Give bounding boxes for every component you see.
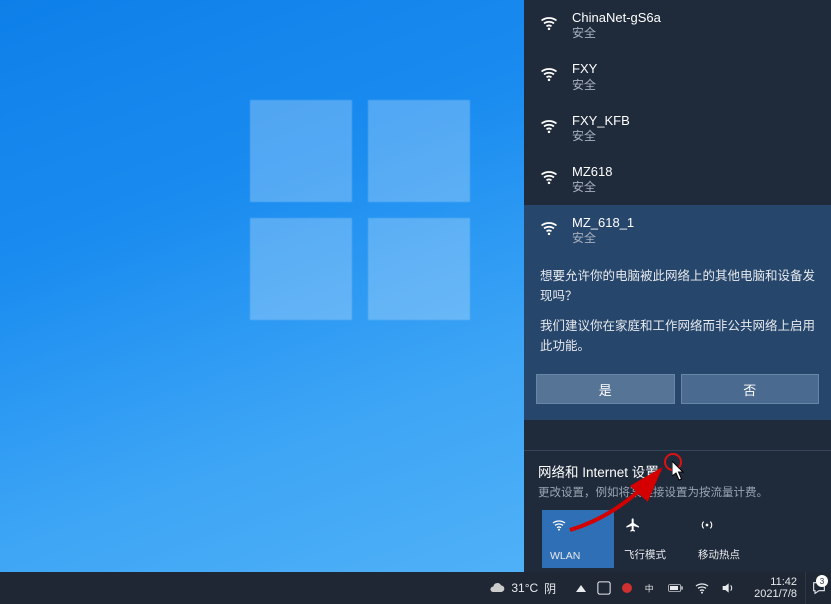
prompt-advice: 我们建议你在家庭和工作网络而非公共网络上启用此功能。: [540, 316, 815, 356]
network-name: FXY_KFB: [572, 113, 630, 129]
taskbar-clock[interactable]: 11:42 2021/7/8: [746, 576, 805, 600]
network-name: MZ618: [572, 164, 612, 180]
hotspot-icon: [698, 516, 716, 534]
no-button-label: 否: [743, 380, 756, 399]
quick-action-tiles: WLAN 飞行模式 移动热点: [538, 500, 817, 572]
tile-label: 移动热点: [698, 547, 740, 562]
airplane-icon: [624, 516, 642, 534]
wifi-icon: [538, 12, 560, 34]
wifi-tray-icon[interactable]: [694, 580, 710, 596]
action-center-button[interactable]: 3: [805, 572, 831, 604]
recording-icon[interactable]: [622, 583, 632, 593]
battery-icon[interactable]: [668, 580, 684, 596]
wifi-icon: [538, 115, 560, 137]
wlan-tile[interactable]: WLAN: [542, 510, 614, 568]
tile-label: WLAN: [550, 550, 580, 562]
wifi-icon: [538, 166, 560, 188]
svg-text:中: 中: [645, 583, 654, 594]
weather-widget[interactable]: 31°C 阴: [479, 572, 566, 604]
notification-count-badge: 3: [816, 575, 828, 587]
network-status: 安全: [572, 180, 612, 195]
system-tray: 中: [566, 572, 746, 604]
weather-desc: 阴: [544, 580, 556, 597]
yes-button-label: 是: [599, 380, 612, 399]
network-status: 安全: [572, 231, 634, 246]
network-name: ChinaNet-gS6a: [572, 10, 661, 26]
yes-button[interactable]: 是: [536, 374, 675, 404]
settings-title: 网络和 Internet 设置: [538, 461, 817, 481]
airplane-mode-tile[interactable]: 飞行模式: [616, 510, 688, 568]
taskbar: 31°C 阴 中 11:42 2021/7/8 3: [0, 572, 831, 604]
volume-icon[interactable]: [720, 580, 736, 596]
clock-date: 2021/7/8: [754, 588, 797, 600]
wifi-icon: [550, 516, 568, 534]
network-name: MZ_618_1: [572, 215, 634, 231]
network-status: 安全: [572, 78, 597, 93]
prompt-question: 想要允许你的电脑被此网络上的其他电脑和设备发现吗？: [540, 266, 815, 306]
weather-temp: 31°C: [511, 581, 538, 595]
network-item[interactable]: FXY 安全: [524, 51, 831, 102]
network-status: 安全: [572, 129, 630, 144]
tile-label: 飞行模式: [624, 547, 666, 562]
network-item[interactable]: ChinaNet-gS6a 安全: [524, 0, 831, 51]
wifi-icon: [538, 217, 560, 239]
ime-icon[interactable]: 中: [642, 580, 658, 596]
network-name: FXY: [572, 61, 597, 77]
wifi-icon: [538, 63, 560, 85]
network-settings-link[interactable]: 网络和 Internet 设置 更改设置，例如将某连接设置为按流量计费。 WLA…: [524, 450, 831, 572]
prompt-button-row: 是 否: [524, 370, 831, 420]
network-item[interactable]: MZ618 安全: [524, 154, 831, 205]
no-button[interactable]: 否: [681, 374, 820, 404]
tray-app-icon[interactable]: [596, 580, 612, 596]
network-item[interactable]: FXY_KFB 安全: [524, 103, 831, 154]
network-item-selected[interactable]: MZ_618_1 安全: [524, 205, 831, 260]
network-list: ChinaNet-gS6a 安全 FXY 安全 FXY_KFB 安全: [524, 0, 831, 420]
cloud-icon: [489, 580, 505, 596]
settings-subtitle: 更改设置，例如将某连接设置为按流量计费。: [538, 484, 817, 500]
tray-overflow-icon[interactable]: [576, 585, 586, 592]
wifi-flyout-panel: ChinaNet-gS6a 安全 FXY 安全 FXY_KFB 安全: [524, 0, 831, 572]
clock-time: 11:42: [770, 576, 797, 588]
hotspot-tile[interactable]: 移动热点: [690, 510, 762, 568]
network-status: 安全: [572, 26, 661, 41]
network-discovery-prompt: 想要允许你的电脑被此网络上的其他电脑和设备发现吗？ 我们建议你在家庭和工作网络而…: [524, 260, 831, 370]
